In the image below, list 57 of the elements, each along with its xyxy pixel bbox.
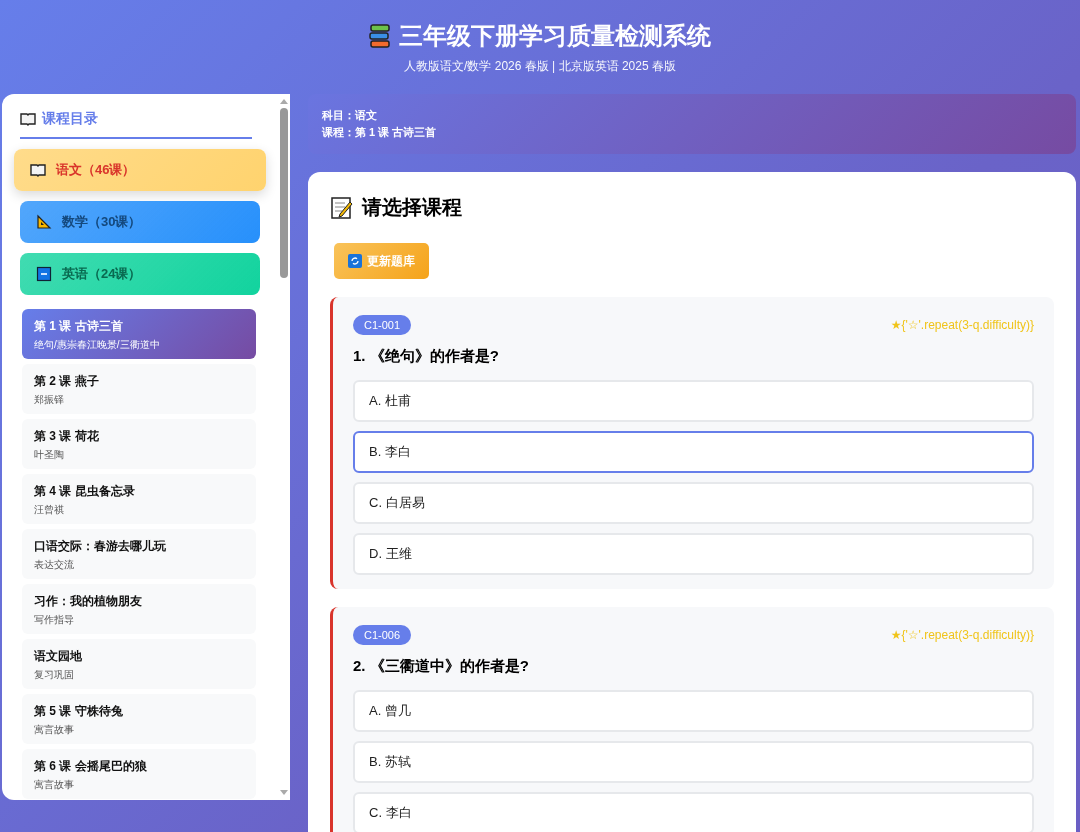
lesson-item[interactable]: 第 3 课 荷花 叶圣陶: [22, 419, 256, 469]
lesson-subtitle: 绝句/惠崇春江晚景/三衢道中: [34, 338, 161, 352]
difficulty-text: ★{'☆'.repeat(3-q.difficulty)}: [890, 628, 1034, 642]
sidebar-title: 课程目录: [42, 110, 98, 128]
question-text: 2. 《三衢道中》的作者是?: [353, 657, 530, 676]
lesson-item[interactable]: 第 1 课 古诗三首 绝句/惠崇春江晚景/三衢道中: [22, 309, 256, 359]
subject-tab[interactable]: 英语（24课）: [20, 253, 260, 295]
scrollbar-thumb[interactable]: [280, 108, 288, 278]
app-title: 三年级下册学习质量检测系统: [399, 20, 711, 51]
lesson-subtitle: 表达交流: [34, 558, 75, 572]
lesson-subtitle: 汪曾祺: [34, 503, 65, 517]
panel-heading: 请选择课程: [362, 195, 462, 220]
answer-option[interactable]: A. 曾几: [353, 690, 1034, 732]
answer-option[interactable]: B. 李白: [353, 431, 1034, 473]
question-text: 1. 《绝句》的作者是?: [353, 347, 500, 366]
books-icon: [369, 23, 391, 48]
lesson-item[interactable]: 口语交际：春游去哪儿玩 表达交流: [22, 529, 256, 579]
lesson-subtitle: 叶圣陶: [34, 448, 65, 462]
scroll-down-icon[interactable]: [280, 790, 288, 796]
lesson-title: 语文园地: [34, 648, 83, 665]
lesson-subtitle: 复习巩固: [34, 668, 75, 682]
app-subtitle: 人教版语文/数学 2026 春版 | 北京版英语 2025 春版: [404, 57, 676, 75]
lesson-item[interactable]: 第 6 课 会摇尾巴的狼 寓言故事: [22, 749, 256, 799]
lesson-title: 第 4 课 昆虫备忘录: [34, 483, 136, 500]
lesson-title: 口语交际：春游去哪儿玩: [34, 538, 167, 555]
subject-info: 科目：语文: [322, 108, 378, 123]
answer-option[interactable]: C. 李白: [353, 792, 1034, 832]
answer-option[interactable]: A. 杜甫: [353, 380, 1034, 422]
difficulty-text: ★{'☆'.repeat(3-q.difficulty)}: [890, 318, 1034, 332]
triangle-ruler-icon: [36, 214, 52, 230]
lesson-subtitle: 寓言故事: [34, 778, 75, 792]
lesson-title: 第 5 课 守株待兔: [34, 703, 124, 720]
lesson-title: 第 1 课 古诗三首: [34, 318, 124, 335]
answer-option[interactable]: B. 苏轼: [353, 741, 1034, 783]
lesson-subtitle: 写作指导: [34, 613, 75, 627]
lesson-item[interactable]: 第 5 课 守株待兔 寓言故事: [22, 694, 256, 744]
lesson-item[interactable]: 习作：我的植物朋友 写作指导: [22, 584, 256, 634]
book-icon: [30, 162, 46, 178]
lesson-subtitle: 郑振铎: [34, 393, 65, 407]
memo-icon: [330, 195, 354, 220]
question-code-badge: C1-001: [353, 315, 412, 335]
lesson-item[interactable]: 第 4 课 昆虫备忘录 汪曾祺: [22, 474, 256, 524]
answer-option[interactable]: D. 王维: [353, 533, 1034, 575]
lesson-title: 第 6 课 会摇尾巴的狼: [34, 758, 148, 775]
answer-option[interactable]: C. 白居易: [353, 482, 1034, 524]
lesson-title: 第 2 课 燕子: [34, 373, 100, 390]
question-code-badge: C1-006: [353, 625, 412, 645]
refresh-icon: [348, 254, 362, 268]
lesson-item[interactable]: 语文园地 复习巩固: [22, 639, 256, 689]
lesson-title: 习作：我的植物朋友: [34, 593, 143, 610]
lesson-title: 第 3 课 荷花: [34, 428, 100, 445]
scroll-up-icon[interactable]: [280, 98, 288, 104]
subject-tab[interactable]: 语文（46课）: [14, 149, 266, 191]
book-icon: [20, 111, 36, 127]
lesson-info: 课程：第 1 课 古诗三首: [322, 125, 438, 140]
lesson-subtitle: 寓言故事: [34, 723, 75, 737]
lesson-item[interactable]: 第 2 课 燕子 郑振铎: [22, 364, 256, 414]
